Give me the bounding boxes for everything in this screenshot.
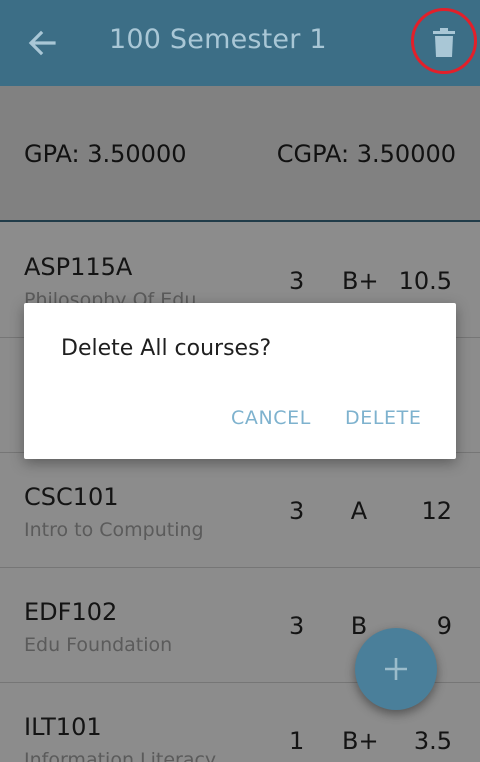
plus-icon bbox=[385, 658, 407, 680]
page-title: 100 Semester 1 bbox=[109, 24, 327, 55]
confirm-delete-dialog: Delete All courses? CANCEL DELETE bbox=[24, 303, 456, 459]
app-bar: 100 Semester 1 bbox=[0, 0, 480, 86]
back-arrow-icon[interactable] bbox=[24, 25, 60, 61]
add-course-button[interactable] bbox=[355, 628, 437, 710]
highlight-circle bbox=[411, 8, 477, 74]
delete-button[interactable]: DELETE bbox=[345, 407, 421, 429]
cancel-button[interactable]: CANCEL bbox=[231, 407, 311, 429]
dialog-message: Delete All courses? bbox=[61, 336, 272, 361]
